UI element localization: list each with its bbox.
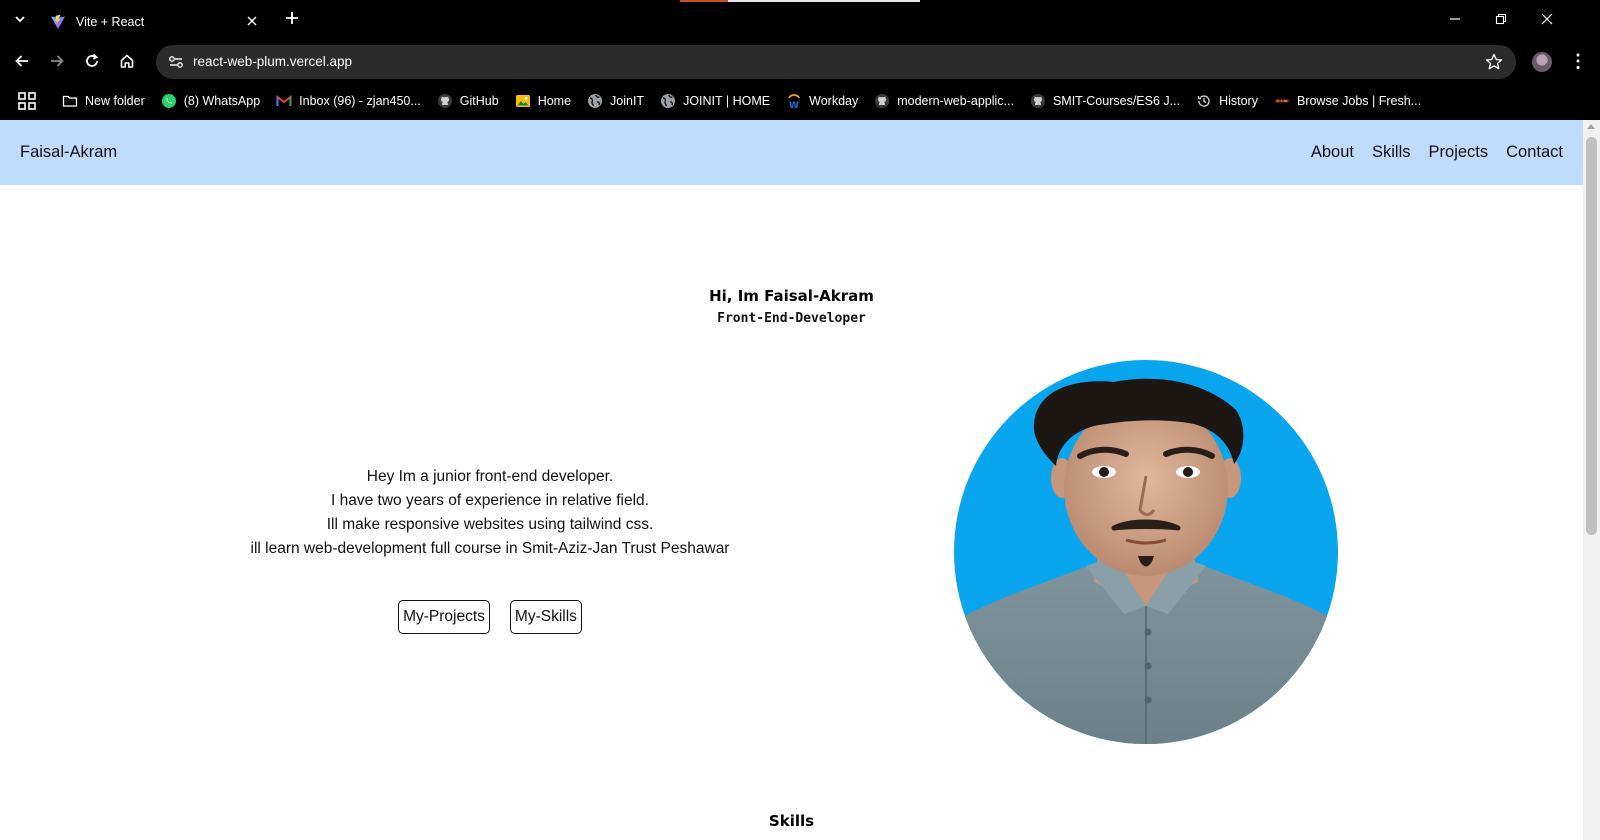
image-icon [515, 95, 530, 107]
bookmark-new-folder[interactable]: New folder [62, 93, 145, 109]
scroll-up-arrow-icon[interactable] [1587, 124, 1595, 129]
more-menu-icon[interactable]: ⋮ [1566, 50, 1590, 74]
skills-section-heading: Skills [768, 812, 815, 830]
tab-strip-indicator [680, 0, 920, 2]
bookmark-label: New folder [85, 94, 145, 108]
hero-intro: Hey Im a junior front-end developer. I h… [190, 465, 790, 561]
history-icon [1197, 95, 1210, 107]
url-text[interactable]: react-web-plum.vercel.app [193, 45, 352, 79]
bookmark-history[interactable]: History [1196, 93, 1258, 109]
bookmark-home[interactable]: Home [515, 93, 571, 109]
hero-name: Hi, Im Faisal-Akram [709, 287, 874, 305]
bookmark-gmail[interactable]: Inbox (96) - zjan450... [276, 93, 421, 109]
my-projects-button[interactable]: My-Projects [398, 600, 490, 634]
intro-line: Hey Im a junior front-end developer. [366, 468, 614, 485]
new-tab-plus-icon[interactable] [280, 8, 304, 32]
github-icon [1030, 94, 1045, 108]
restore-icon[interactable] [1478, 6, 1524, 34]
site-info-icon[interactable] [166, 52, 186, 72]
jobs-icon [1274, 99, 1289, 103]
intro-line: Ill make responsive websites using tailw… [326, 516, 654, 533]
home-icon[interactable] [113, 47, 141, 75]
bookmark-star-icon[interactable] [1484, 52, 1504, 72]
bookmark-label: JOINIT | HOME [683, 94, 771, 108]
bookmark-workday[interactable]: W Workday [786, 93, 858, 109]
nav-link-contact[interactable]: Contact [1506, 143, 1563, 162]
bookmark-label: History [1219, 94, 1258, 108]
forward-arrow-icon[interactable] [43, 47, 71, 75]
bookmark-github[interactable]: GitHub [437, 93, 499, 109]
back-arrow-icon[interactable] [8, 47, 36, 75]
bookmark-browse-jobs[interactable]: Browse Jobs | Fresh... [1274, 93, 1421, 109]
intro-line: ill learn web-development full course in… [250, 540, 730, 557]
close-window-icon[interactable] [1524, 6, 1570, 34]
whatsapp-icon [161, 94, 176, 108]
close-tab-icon[interactable] [242, 13, 262, 31]
profile-photo [954, 360, 1338, 744]
bookmark-label: (8) WhatsApp [183, 94, 261, 108]
bookmark-label: Workday [809, 94, 859, 108]
bookmark-label: GitHub [459, 94, 499, 108]
folder-icon [62, 95, 78, 107]
svg-text:W: W [789, 101, 799, 109]
hero-buttons: My-Projects My-Skills [190, 600, 790, 634]
apps-grid-icon[interactable] [16, 90, 38, 112]
scrollbar-thumb[interactable] [1586, 137, 1597, 535]
tab-title: Vite + React [76, 15, 145, 29]
hero-heading: Hi, Im Faisal-Akram Front-End-Developer [0, 287, 1583, 326]
page-scrollbar[interactable] [1583, 120, 1600, 840]
bookmark-label: JoinIT [610, 94, 645, 108]
bookmark-smit-courses[interactable]: SMIT-Courses/ES6 J... [1030, 93, 1180, 109]
tab-bar: Vite + React [0, 0, 1600, 40]
page-viewport: Faisal-Akram About Skills Projects Conta… [0, 120, 1600, 840]
bookmark-label: Browse Jobs | Fresh... [1296, 94, 1422, 108]
gmail-icon [276, 94, 292, 106]
vite-logo-icon [51, 14, 65, 29]
tab-active[interactable]: Vite + React [40, 4, 272, 40]
tab-search-chevron-icon[interactable] [8, 8, 32, 32]
nav-link-about[interactable]: About [1311, 143, 1354, 162]
reload-icon[interactable] [78, 47, 106, 75]
hero-role: Front-End-Developer [717, 311, 866, 326]
workday-icon: W [788, 94, 800, 109]
bookmarks-bar: New folder (8) WhatsApp Inbox (96) - zja… [0, 82, 1600, 120]
globe-icon [661, 94, 676, 108]
globe-icon [588, 94, 603, 108]
nav-links: About Skills Projects Contact [1311, 120, 1563, 185]
bookmark-joinit[interactable]: JoinIT [587, 93, 644, 109]
github-icon [875, 94, 890, 108]
bookmark-joinit-home[interactable]: JOINIT | HOME [660, 93, 770, 109]
bookmark-modern-web[interactable]: modern-web-applic... [874, 93, 1014, 109]
github-icon [437, 94, 452, 108]
site-brand[interactable]: Faisal-Akram [20, 120, 117, 185]
bookmark-label: Inbox (96) - zjan450... [299, 94, 421, 108]
bookmark-whatsapp[interactable]: (8) WhatsApp [161, 93, 260, 109]
browser-toolbar: react-web-plum.vercel.app ⋮ [0, 40, 1600, 82]
profile-avatar[interactable] [1532, 52, 1552, 72]
intro-line: I have two years of experience in relati… [331, 492, 649, 509]
bookmark-label: SMIT-Courses/ES6 J... [1052, 94, 1181, 108]
minimize-icon[interactable] [1432, 6, 1478, 34]
site-navbar: Faisal-Akram About Skills Projects Conta… [0, 120, 1583, 185]
nav-link-projects[interactable]: Projects [1429, 143, 1489, 162]
nav-link-skills[interactable]: Skills [1372, 143, 1411, 162]
bookmark-label: Home [537, 94, 572, 108]
bookmark-label: modern-web-applic... [897, 94, 1014, 108]
my-skills-button[interactable]: My-Skills [509, 600, 582, 634]
address-bar[interactable]: react-web-plum.vercel.app [156, 45, 1516, 79]
